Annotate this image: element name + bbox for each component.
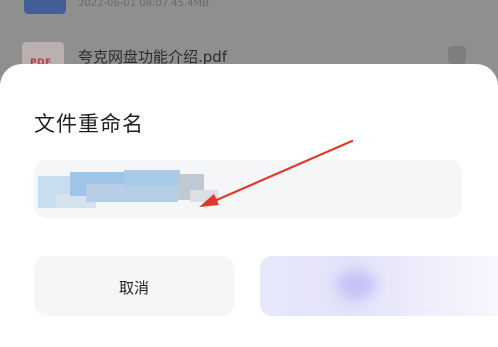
blurred-filename-text xyxy=(124,170,180,186)
cancel-button-label: 取消 xyxy=(118,279,149,297)
blurred-filename-text xyxy=(86,184,178,202)
confirm-button[interactable] xyxy=(260,256,498,316)
cancel-button[interactable]: 取消 xyxy=(34,256,234,316)
list-item[interactable]: 2022-06-01 08:07 45.4MB xyxy=(0,0,498,20)
blurred-confirm-label xyxy=(336,270,376,300)
file-meta: 2022-06-01 08:07 45.4MB xyxy=(78,0,210,9)
rename-dialog: 文件重命名 取消 xyxy=(0,64,498,347)
blurred-filename-text xyxy=(190,190,218,202)
video-file-thumbnail-icon xyxy=(24,0,66,14)
select-checkbox[interactable] xyxy=(448,46,466,64)
filename-input[interactable] xyxy=(34,160,462,218)
dialog-title: 文件重命名 xyxy=(34,112,144,136)
